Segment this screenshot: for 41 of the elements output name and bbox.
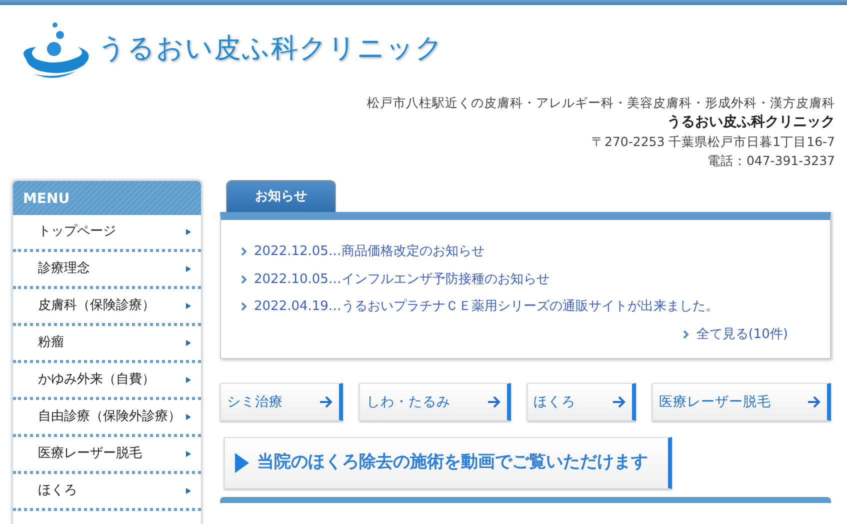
arrow-icon: [320, 396, 334, 408]
menu-title: MENU: [13, 181, 201, 215]
phone-text: 電話：047-391-3237: [707, 153, 835, 168]
triangle-icon: [186, 414, 191, 420]
news-link[interactable]: 2022.04.19…うるおいプラチナＣＥ薬用シリーズの通販サイトが出来ました。: [241, 297, 812, 316]
menu-item[interactable]: 診療理念: [13, 252, 201, 289]
clinic-name: うるおい皮ふ科クリニック: [667, 114, 835, 130]
menu-item[interactable]: 自由診療（保険外診療）: [13, 400, 201, 437]
news-link[interactable]: 2022.12.05…商品価格改定のお知らせ: [241, 242, 812, 262]
menu-item[interactable]: かゆみ外来（自費）: [13, 363, 201, 400]
triangle-icon: [186, 303, 191, 309]
triangle-icon: [186, 229, 191, 235]
link-button[interactable]: ほくろ: [526, 383, 636, 421]
play-icon: [235, 453, 249, 473]
chevron-icon: [241, 302, 247, 312]
news-tab[interactable]: お知らせ: [226, 180, 336, 212]
news-link[interactable]: 2022.10.05…インフルエンザ予防接種のお知らせ: [241, 270, 812, 289]
link-button[interactable]: 医療レーザー脱毛: [652, 383, 831, 421]
menu-item[interactable]: ほくろ: [13, 474, 201, 511]
link-button[interactable]: しわ・たるみ: [359, 383, 510, 421]
triangle-icon: [186, 266, 191, 272]
triangle-icon: [186, 377, 191, 383]
logo-text[interactable]: うるおい皮ふ科クリニック: [98, 28, 444, 70]
menu-item[interactable]: トップページ: [13, 215, 201, 252]
triangle-icon: [186, 340, 191, 346]
view-all-link[interactable]: 全て見る(10件): [683, 324, 788, 344]
arrow-icon: [612, 396, 626, 408]
triangle-icon: [186, 488, 191, 494]
chevron-icon: [683, 330, 690, 339]
tagline-text: 松戸市八柱駅近くの皮膚科・アレルギー科・美容皮膚科・形成外科・漢方皮膚科: [367, 95, 835, 110]
triangle-icon: [186, 451, 191, 457]
chevron-icon: [241, 274, 247, 284]
menu-item[interactable]: 粉瘤: [13, 326, 201, 363]
chevron-icon: [241, 247, 247, 256]
menu-item[interactable]: 医療レーザー脱毛: [13, 437, 201, 474]
arrow-icon: [488, 396, 500, 408]
menu-item[interactable]: 皮膚科（保険診療）: [13, 289, 201, 326]
address-text: 〒270-2253 千葉県松戸市日暮1丁目16-7: [592, 134, 835, 149]
video-banner[interactable]: 当院のほくろ除去の施術を動画でご覧いただけます: [224, 437, 672, 489]
arrow-icon: [808, 396, 821, 408]
link-button[interactable]: シミ治療: [220, 383, 344, 421]
